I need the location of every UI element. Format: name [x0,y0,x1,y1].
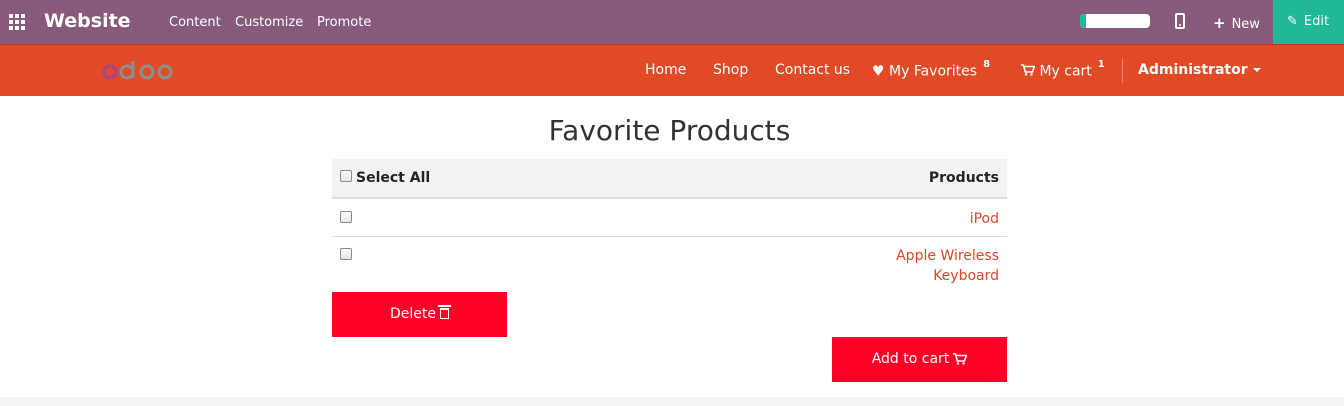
select-all-label: Select All [356,170,431,186]
site-navbar: Home Shop Contact us ♥ My Favorites 8 My … [0,44,1344,96]
table-header-row: Select All Products [332,159,1007,199]
caret-down-icon [1252,68,1261,72]
favorites-label: My Favorites [889,63,978,80]
cart-icon [953,339,968,384]
product-cell: iPod [640,198,1007,237]
nav-my-favorites[interactable]: ♥ My Favorites 8 [872,59,991,80]
nav-my-cart[interactable]: My cart 1 [1021,59,1105,80]
select-all-header: Select All [332,159,641,199]
nav-divider [1122,59,1123,83]
edit-button-label: Edit [1303,14,1330,29]
product-link[interactable]: Apple Wireless Keyboard [889,246,999,286]
cart-count-badge: 1 [1097,59,1105,70]
products-header: Products [640,159,1007,199]
user-menu[interactable]: Administrator [1138,62,1261,78]
new-button-label: New [1231,17,1260,32]
menu-content[interactable]: Content [169,15,221,30]
product-cell: Apple Wireless Keyboard [641,236,1007,292]
plus-icon: + [1213,14,1226,32]
menu-customize[interactable]: Customize [235,15,303,30]
delete-button[interactable]: Delete [332,292,507,337]
delete-button-label: Delete [390,306,436,322]
user-name: Administrator [1138,62,1248,78]
menu-promote[interactable]: Promote [317,15,371,30]
pencil-icon: ✎ [1287,14,1298,29]
nav-home[interactable]: Home [645,62,686,78]
nav-contact-us[interactable]: Contact us [775,62,850,78]
favorites-table: Select All Products iPod Apple Wireless … [332,159,1007,292]
row-select-cell [332,198,641,237]
product-link[interactable]: iPod [889,209,999,229]
mobile-preview-icon[interactable] [1175,13,1185,29]
footer-strip [0,397,1344,406]
cart-label: My cart [1039,63,1092,80]
row-checkbox[interactable] [340,247,352,260]
select-all-checkbox[interactable] [340,170,352,182]
table-row: Apple Wireless Keyboard [332,236,1007,292]
website-admin-bar: Website Content Customize Promote + New ✎… [0,0,1344,44]
nav-shop[interactable]: Shop [713,62,748,78]
favorites-count-badge: 8 [983,59,991,70]
edit-button[interactable]: ✎ Edit [1273,0,1344,44]
cart-icon [1021,63,1036,80]
row-checkbox[interactable] [340,211,352,223]
page-title: Favorite Products [548,114,791,147]
add-to-cart-label: Add to cart [871,351,950,367]
progress-bar [1080,14,1150,28]
progress-fill [1080,14,1086,28]
apps-grid-icon[interactable] [9,14,25,30]
odoo-logo[interactable] [102,58,178,84]
table-row: iPod [332,198,1007,237]
trash-icon [438,305,451,319]
heart-icon: ♥ [872,63,885,80]
new-button[interactable]: + New [1213,14,1260,32]
row-select-cell [332,236,641,292]
app-title: Website [44,10,131,32]
add-to-cart-button[interactable]: Add to cart [832,337,1007,382]
